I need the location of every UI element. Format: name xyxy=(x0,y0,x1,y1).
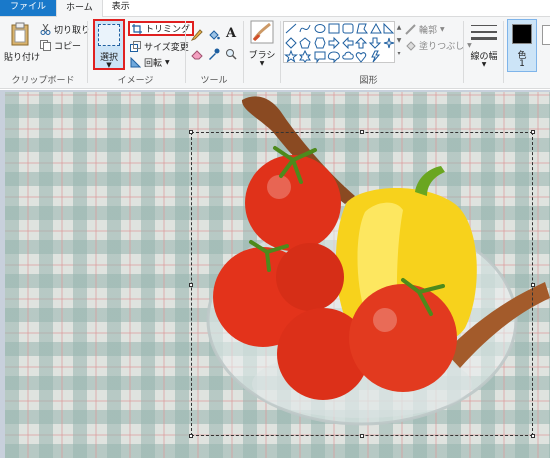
tools-group: A ツール xyxy=(186,17,242,89)
expand-gallery-icon[interactable]: ▾ xyxy=(395,47,403,60)
rotate-button[interactable]: 回転 ▼ xyxy=(130,55,170,69)
clipboard-group-label: クリップボード xyxy=(11,76,75,86)
color1-button[interactable]: 色 1 xyxy=(507,19,537,72)
copy-icon xyxy=(40,39,51,51)
resize-button[interactable]: サイズ変更 xyxy=(130,39,189,53)
text-icon[interactable]: A xyxy=(226,26,236,41)
triangle-shape-icon xyxy=(370,22,382,34)
right-arrow-shape-icon xyxy=(328,36,340,50)
fill-button[interactable]: 塗りつぶし ▼ xyxy=(405,38,472,52)
brush-icon xyxy=(250,20,274,44)
paste-button[interactable]: 貼り付け xyxy=(4,20,40,70)
clipboard-group: 貼り付け 切り取り コピー クリップボード xyxy=(0,17,90,89)
paste-icon xyxy=(11,22,29,46)
up-arrow-shape-icon xyxy=(354,37,368,49)
magnifier-icon[interactable] xyxy=(225,48,237,60)
size-button[interactable]: 線の幅 ▼ xyxy=(468,20,500,80)
rectangle-shape-icon xyxy=(328,23,340,34)
tab-home[interactable]: ホーム xyxy=(56,0,103,17)
heart-shape-icon xyxy=(355,52,367,63)
fill-label: 塗りつぶし xyxy=(419,41,465,52)
tab-file[interactable]: ファイル xyxy=(0,0,57,16)
outline-button[interactable]: 輪郭 ▼ xyxy=(405,22,445,36)
selection-rectangle[interactable] xyxy=(189,130,535,438)
outline-label: 輪郭 xyxy=(419,25,438,36)
six-point-star-shape-icon xyxy=(298,49,312,63)
shapes-gallery xyxy=(283,21,395,64)
chevron-up-icon[interactable]: ▲ xyxy=(395,21,403,34)
divider xyxy=(243,21,244,83)
ribbon: 貼り付け 切り取り コピー クリップボード イメージ 選択 ▼ トリミング サイ… xyxy=(0,17,550,89)
color2-swatch[interactable] xyxy=(542,25,550,45)
chevron-down-icon: ▼ xyxy=(481,61,487,68)
selection-handle[interactable] xyxy=(531,434,535,438)
chevron-down-icon: ▼ xyxy=(259,60,265,67)
hexagon-shape-icon xyxy=(314,37,326,49)
selection-handle[interactable] xyxy=(360,434,364,438)
tab-view[interactable]: 表示 xyxy=(103,0,139,16)
polygon-shape-icon xyxy=(356,23,368,34)
ribbon-tab-bar: ファイル ホーム 表示 xyxy=(0,0,550,17)
select-icon xyxy=(98,24,120,46)
rounded-rectangle-shape-icon xyxy=(342,23,354,34)
resize-icon xyxy=(130,40,141,52)
select-button[interactable]: 選択 ▼ xyxy=(93,19,125,70)
copy-button[interactable]: コピー xyxy=(40,38,81,52)
divider xyxy=(463,21,464,83)
rectangular-callout-shape-icon xyxy=(314,51,326,64)
divider xyxy=(503,21,504,83)
selection-handle[interactable] xyxy=(531,130,535,134)
tools-group-label: ツール xyxy=(200,76,228,86)
five-point-star-shape-icon xyxy=(284,49,298,63)
pentagon-shape-icon xyxy=(299,37,311,49)
resize-label: サイズ変更 xyxy=(144,42,189,53)
scissors-icon xyxy=(40,23,51,35)
trim-label: トリミング xyxy=(145,25,191,35)
cut-button[interactable]: 切り取り xyxy=(40,22,90,36)
down-arrow-shape-icon xyxy=(368,37,382,49)
selection-handle[interactable] xyxy=(189,434,193,438)
cut-label: 切り取り xyxy=(54,25,91,36)
right-triangle-shape-icon xyxy=(383,22,395,34)
rotate-icon xyxy=(130,56,141,67)
color1-sublabel: 1 xyxy=(519,59,525,69)
selection-handle[interactable] xyxy=(360,130,364,134)
chevron-down-icon: ▼ xyxy=(440,25,445,33)
brush-button[interactable]: ブラシ ▼ xyxy=(247,20,277,80)
line-shape-icon xyxy=(285,23,297,34)
curve-shape-icon xyxy=(299,24,311,33)
selection-handle[interactable] xyxy=(531,283,535,287)
oval-shape-icon xyxy=(314,24,326,33)
cloud-callout-shape-icon xyxy=(342,51,354,60)
fill-bucket-icon[interactable] xyxy=(208,29,220,41)
oval-callout-shape-icon xyxy=(327,51,340,64)
selection-handle[interactable] xyxy=(189,130,193,134)
outline-icon xyxy=(405,23,416,35)
chevron-down-icon: ▼ xyxy=(165,58,170,66)
canvas-area[interactable] xyxy=(0,90,550,458)
pencil-icon[interactable] xyxy=(191,29,203,41)
crop-icon xyxy=(132,23,142,34)
image-group-label: イメージ xyxy=(117,76,154,86)
chevron-down-icon[interactable]: ▼ xyxy=(395,34,403,47)
shapes-group-label: 図形 xyxy=(359,76,378,86)
copy-label: コピー xyxy=(54,41,82,52)
selection-handle[interactable] xyxy=(189,283,193,287)
shapes-scrollbar[interactable]: ▲ ▼ ▾ xyxy=(395,21,403,63)
paste-label: 貼り付け xyxy=(4,53,41,63)
chevron-down-icon[interactable]: ▼ xyxy=(95,61,123,69)
diamond-shape-icon xyxy=(285,37,297,49)
four-point-star-shape-icon xyxy=(383,37,395,49)
rotate-label: 回転 xyxy=(144,58,163,69)
left-arrow-shape-icon xyxy=(342,36,354,50)
lightning-shape-icon xyxy=(371,50,381,63)
color-picker-icon[interactable] xyxy=(208,48,220,60)
fill-icon xyxy=(406,40,416,51)
canvas-image[interactable] xyxy=(5,92,550,458)
line-width-icon xyxy=(471,25,497,40)
color1-swatch xyxy=(512,24,532,44)
eraser-icon[interactable] xyxy=(191,48,203,60)
